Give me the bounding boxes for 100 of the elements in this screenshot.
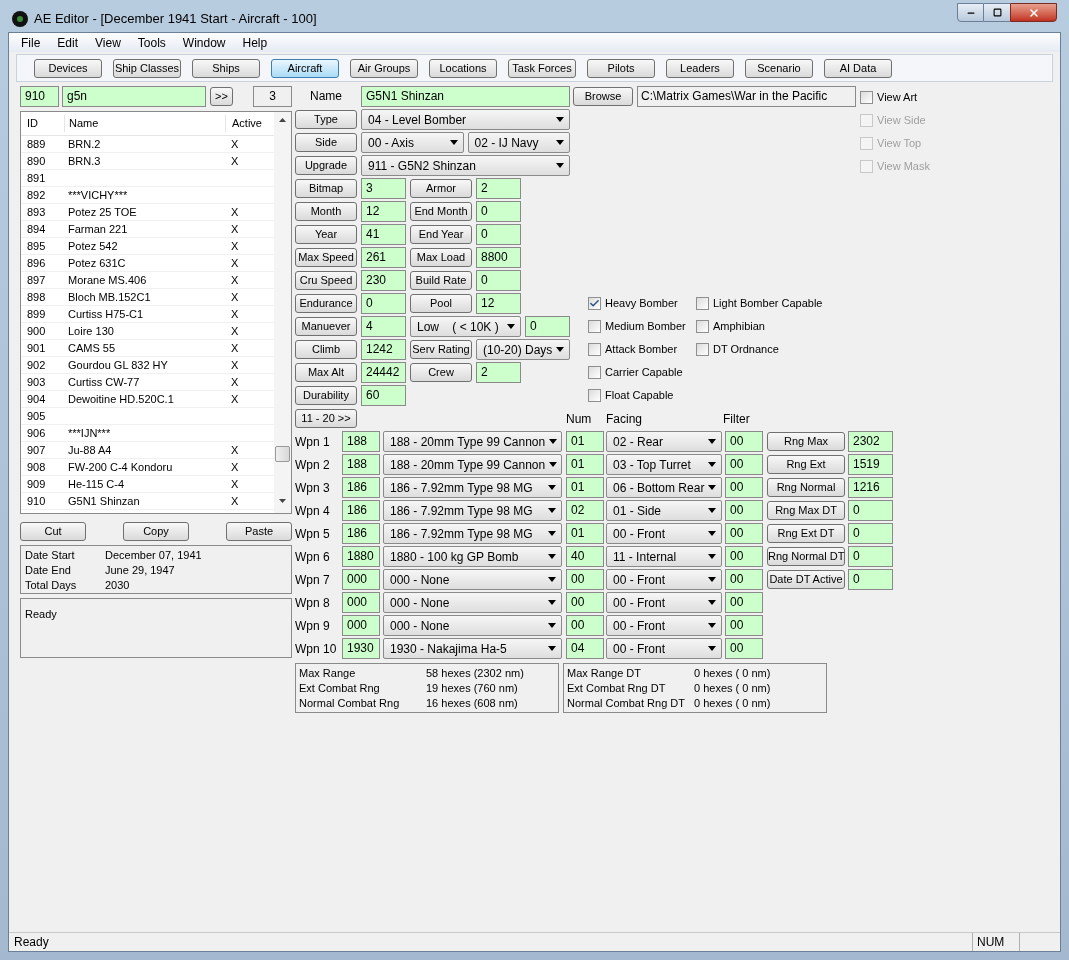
input-field[interactable]: 0: [361, 293, 406, 314]
input-field[interactable]: 186: [342, 500, 380, 521]
input-field[interactable]: 00: [725, 569, 763, 590]
dropdown[interactable]: 186 - 7.92mm Type 98 MG: [383, 500, 562, 521]
dropdown[interactable]: 04 - Level Bomber: [361, 109, 570, 130]
column-header[interactable]: ID: [21, 115, 64, 132]
input-field[interactable]: 0: [476, 270, 521, 291]
input-field[interactable]: 1930: [342, 638, 380, 659]
maximize-button[interactable]: [984, 3, 1010, 22]
button[interactable]: Rng Ext DT: [767, 524, 845, 543]
close-button[interactable]: [1010, 3, 1057, 22]
button[interactable]: Climb: [295, 340, 357, 359]
input-field[interactable]: 230: [361, 270, 406, 291]
button[interactable]: Side: [295, 133, 357, 152]
scrollbar[interactable]: [274, 112, 291, 513]
dropdown[interactable]: 188 - 20mm Type 99 Cannon: [383, 431, 562, 452]
input-field[interactable]: 8800: [476, 247, 521, 268]
input-field[interactable]: 12: [476, 293, 521, 314]
button[interactable]: Durability: [295, 386, 357, 405]
dropdown[interactable]: 02 - IJ Navy: [467, 132, 570, 153]
button[interactable]: Max Speed: [295, 248, 357, 267]
input-field[interactable]: g5n: [62, 86, 206, 107]
input-field[interactable]: 186: [342, 523, 380, 544]
dropdown[interactable]: 000 - None: [383, 615, 562, 636]
button[interactable]: Manuever: [295, 317, 357, 336]
button[interactable]: Pool: [410, 294, 472, 313]
input-field[interactable]: 02: [566, 500, 604, 521]
input-field[interactable]: 41: [361, 224, 406, 245]
input-field[interactable]: 1216: [848, 477, 893, 498]
dropdown[interactable]: 11 - Internal: [606, 546, 722, 567]
toolbar-tab[interactable]: Aircraft: [271, 58, 339, 78]
toolbar-tab[interactable]: AI Data: [824, 58, 892, 78]
checkbox[interactable]: [588, 389, 601, 402]
toolbar-tab[interactable]: Ship Classes: [113, 58, 181, 78]
dropdown[interactable]: 188 - 20mm Type 99 Cannon: [383, 454, 562, 475]
toolbar-tab[interactable]: Air Groups: [350, 58, 418, 78]
button[interactable]: Date DT Active: [767, 570, 845, 589]
dropdown[interactable]: 186 - 7.92mm Type 98 MG: [383, 523, 562, 544]
minimize-button[interactable]: [957, 3, 984, 22]
input-field[interactable]: 0: [848, 546, 893, 567]
toolbar-tab[interactable]: Scenario: [745, 58, 813, 78]
column-header[interactable]: Name: [64, 115, 225, 132]
menu-item[interactable]: View: [95, 33, 121, 52]
button[interactable]: 11 - 20 >>: [295, 409, 357, 428]
dropdown[interactable]: Low ( < 10K ): [410, 316, 521, 337]
input-field[interactable]: 000: [342, 615, 380, 636]
input-field[interactable]: 24442: [361, 362, 406, 383]
input-field[interactable]: 0: [848, 523, 893, 544]
button[interactable]: End Year: [410, 225, 472, 244]
dropdown[interactable]: 01 - Side: [606, 500, 722, 521]
button[interactable]: Cru Speed: [295, 271, 357, 290]
input-field[interactable]: 2: [476, 178, 521, 199]
toolbar-tab[interactable]: Pilots: [587, 58, 655, 78]
button[interactable]: Cut: [20, 521, 86, 541]
input-field[interactable]: 12: [361, 201, 406, 222]
dropdown[interactable]: 00 - Front: [606, 592, 722, 613]
input-field[interactable]: 00: [725, 638, 763, 659]
input-field[interactable]: 1880: [342, 546, 380, 567]
button[interactable]: Max Load: [410, 248, 472, 267]
dropdown[interactable]: 00 - Axis: [361, 132, 464, 153]
button[interactable]: Rng Normal DT: [767, 547, 845, 566]
dropdown[interactable]: 00 - Front: [606, 615, 722, 636]
button[interactable]: Type: [295, 110, 357, 129]
checkbox[interactable]: [588, 366, 601, 379]
dropdown[interactable]: 000 - None: [383, 592, 562, 613]
button[interactable]: Year: [295, 225, 357, 244]
input-field[interactable]: 2: [476, 362, 521, 383]
toolbar-tab[interactable]: Task Forces: [508, 58, 576, 78]
input-field[interactable]: 3: [253, 86, 292, 107]
checkbox[interactable]: [588, 343, 601, 356]
input-field[interactable]: 2302: [848, 431, 893, 452]
input-field[interactable]: 3: [361, 178, 406, 199]
button[interactable]: Paste: [226, 521, 292, 541]
toolbar-tab[interactable]: Devices: [34, 58, 102, 78]
input-field[interactable]: 0: [476, 201, 521, 222]
dropdown[interactable]: 1880 - 100 kg GP Bomb: [383, 546, 562, 567]
dropdown[interactable]: 186 - 7.92mm Type 98 MG: [383, 477, 562, 498]
input-field[interactable]: 261: [361, 247, 406, 268]
menu-item[interactable]: Window: [182, 33, 226, 52]
button[interactable]: Max Alt: [295, 363, 357, 382]
toolbar-tab[interactable]: Leaders: [666, 58, 734, 78]
input-field[interactable]: 4: [361, 316, 406, 337]
button[interactable]: Browse: [573, 87, 633, 106]
button[interactable]: Rng Ext: [767, 455, 845, 474]
checkbox[interactable]: [696, 297, 709, 310]
dropdown[interactable]: (10-20) Days: [476, 339, 570, 360]
input-field[interactable]: 00: [725, 615, 763, 636]
input-field[interactable]: 0: [525, 316, 570, 337]
path-field[interactable]: C:\Matrix Games\War in the Pacific: [637, 86, 856, 107]
toolbar-tab[interactable]: Ships: [192, 58, 260, 78]
scroll-thumb[interactable]: [275, 446, 290, 462]
button[interactable]: End Month: [410, 202, 472, 221]
input-field[interactable]: 04: [566, 638, 604, 659]
button[interactable]: Crew: [410, 363, 472, 382]
menu-item[interactable]: Help: [242, 33, 268, 52]
dropdown[interactable]: 911 - G5N2 Shinzan: [361, 155, 570, 176]
input-field[interactable]: 00: [725, 523, 763, 544]
button[interactable]: Upgrade: [295, 156, 357, 175]
input-field[interactable]: 00: [725, 454, 763, 475]
input-field[interactable]: 60: [361, 385, 406, 406]
